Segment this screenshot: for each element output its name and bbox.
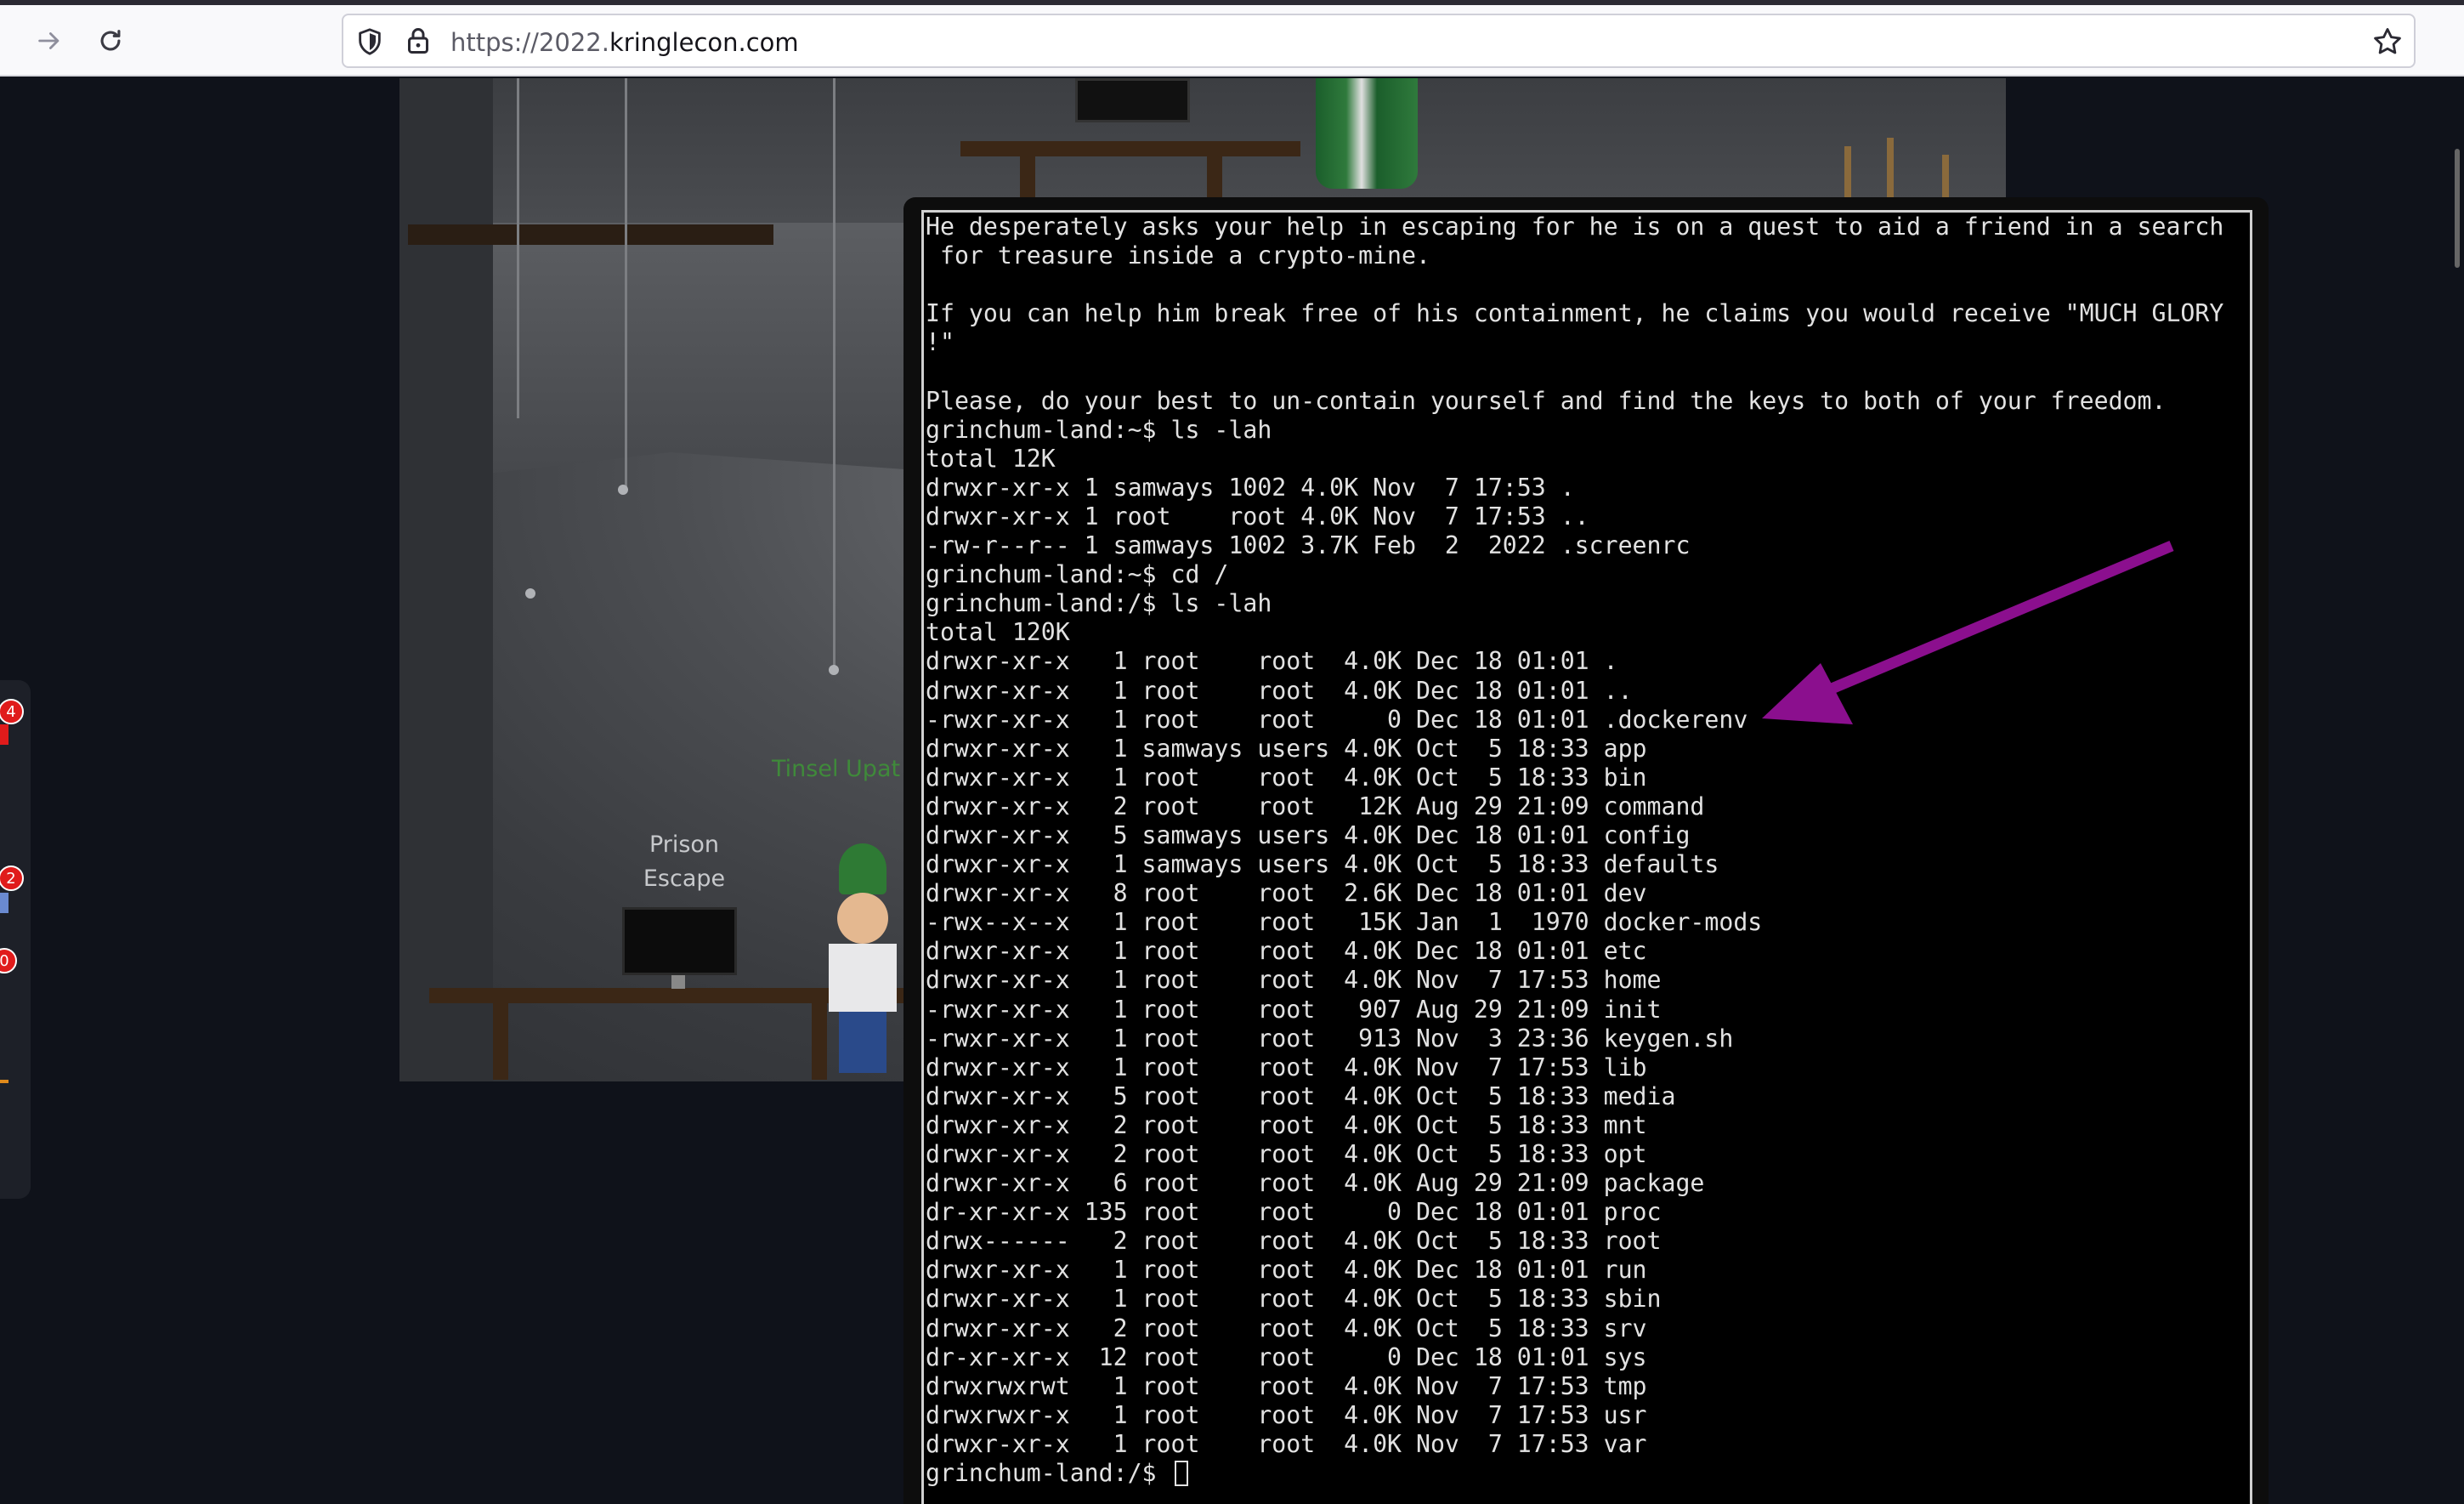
browser-toolbar: https://2022.kringlecon.com [0,0,2464,77]
terminal-line: drwxrwxrwt 1 root root 4.0K Nov 7 17:53 … [926,1371,1647,1400]
url-text[interactable]: https://2022.kringlecon.com [450,28,799,57]
notification-badge[interactable]: 2 [0,866,24,891]
terminal-line: drwxr-xr-x 2 root root 4.0K Oct 5 18:33 … [926,1110,1647,1139]
terminal-line: He desperately asks your help in escapin… [926,213,2224,241]
terminal-screen[interactable]: He desperately asks your help in escapin… [921,210,2252,1504]
map-wooden-beam [408,224,773,245]
address-bar[interactable]: https://2022.kringlecon.com [342,14,2416,68]
terminal-line: Please, do your best to un-contain yours… [926,386,2167,415]
monitor-stand [671,975,685,989]
prison-escape-label: Prison Escape [629,828,739,896]
terminal-line: drwxr-xr-x 1 root root 4.0K Dec 18 01:01… [926,1256,1647,1285]
terminal-line: drwxr-xr-x 1 root root 4.0K Oct 5 18:33 … [926,1285,1662,1314]
terminal-line: drwx------ 2 root root 4.0K Oct 5 18:33 … [926,1227,1662,1256]
terminal-line: for treasure inside a crypto-mine. [926,241,1430,270]
notification-badge[interactable]: 4 [0,699,24,724]
elf-face [837,893,888,944]
terminal-line: grinchum-land:~$ ls -lah [926,415,1272,444]
terminal-line: drwxr-xr-x 1 root root 4.0K Nov 7 17:53 … [926,1053,1647,1081]
reload-icon [100,30,121,51]
menu-item-blue[interactable] [0,893,8,913]
terminal-line: drwxr-xr-x 2 root root 12K Aug 29 21:09 … [926,792,1705,820]
terminal-line: drwxrwxr-x 1 root root 4.0K Nov 7 17:53 … [926,1400,1647,1429]
prison-label-line1: Prison [649,831,720,858]
terminal-line: drwxr-xr-x 8 root root 2.6K Dec 18 01:01… [926,879,1647,908]
terminal-line: -rwx--x--x 1 root root 15K Jan 1 1970 do… [926,908,1763,937]
lock-icon[interactable] [403,26,433,56]
elf-body [829,944,897,1012]
terminal-line: dr-xr-xr-x 135 root root 0 Dec 18 01:01 … [926,1198,1662,1227]
url-host-prefix: 2022. [538,28,609,57]
terminal-line: drwxr-xr-x 1 samways users 4.0K Oct 5 18… [926,850,1719,879]
reload-button[interactable] [88,19,133,63]
forward-button[interactable] [27,19,71,63]
elf-legs [839,1012,886,1073]
terminal-line: drwxr-xr-x 1 root root 4.0K Oct 5 18:33 … [926,763,1647,792]
side-menu[interactable]: 4 2 0 [0,680,31,1199]
prison-label-line2: Escape [643,866,726,892]
terminal-prompt: grinchum-land:/$ [926,1459,1171,1488]
terminal-prompt-line[interactable]: grinchum-land:/$ [926,1459,2223,1488]
shield-icon[interactable] [355,27,384,56]
url-scheme: https:// [450,28,539,57]
terminal-line: total 12K [926,444,1056,473]
hanging-rope [833,78,835,673]
table-leg [493,1003,508,1080]
elf-character[interactable] [1316,78,1418,189]
terminal-line: -rwxr-xr-x 1 root root 907 Aug 29 21:09 … [926,995,1662,1024]
terminal-line: drwxr-xr-x 5 samways users 4.0K Dec 18 0… [926,820,1691,849]
url-host: kringlecon.com [609,28,799,57]
light-sparkle [525,588,535,599]
hanging-rope [625,78,627,486]
notification-badge[interactable]: 0 [0,948,17,973]
terminal-table [960,141,1300,156]
menu-item-orange[interactable] [0,1080,8,1083]
light-sparkle [829,665,839,675]
page-scrollbar[interactable] [2455,149,2460,268]
arrow-forward-icon [38,32,59,49]
terminal-line: drwxr-xr-x 2 root root 4.0K Oct 5 18:33 … [926,1140,1647,1168]
annotation-arrow [1762,541,2174,724]
terminal-output: He desperately asks your help in escapin… [926,213,2223,1488]
terminal-line: drwxr-xr-x 2 root root 4.0K Oct 5 18:33 … [926,1314,1647,1342]
menu-item-red[interactable] [0,724,8,745]
terminal-line: drwxr-xr-x 1 samways 1002 4.0K Nov 7 17:… [926,473,1575,502]
terminal-line: drwxr-xr-x 1 root root 4.0K Nov 7 17:53 … [926,966,1662,995]
terminal-line: !" [926,328,954,357]
terminal-line: If you can help him break free of his co… [926,299,2224,328]
terminal-line: -rwxr-xr-x 1 root root 913 Nov 3 23:36 k… [926,1024,1734,1053]
terminal-line: drwxr-xr-x 1 root root 4.0K Nov 7 17:53 … [926,1429,1647,1458]
hanging-rope [517,78,519,418]
tinsel-elf-character[interactable] [820,843,901,1081]
terminal-line: drwxr-xr-x 5 root root 4.0K Oct 5 18:33 … [926,1081,1676,1110]
terminal-line: drwxr-xr-x 1 root root 4.0K Nov 7 17:53 … [926,502,1589,531]
terminal-line: drwxr-xr-x 1 root root 4.0K Dec 18 01:01… [926,937,1647,966]
terminal-line: dr-xr-xr-x 12 root root 0 Dec 18 01:01 s… [926,1342,1647,1371]
tab-strip-edge [0,0,2464,5]
star-icon[interactable] [2371,26,2404,58]
prison-escape-terminal[interactable] [622,907,737,975]
terminal-line: drwxr-xr-x 6 root root 4.0K Aug 29 21:09… [926,1169,1705,1198]
tinsel-upatree-label: Tinsel Upat [772,756,901,782]
light-sparkle [618,485,628,495]
terminal-monitor[interactable] [1075,78,1190,122]
terminal-cursor [1174,1461,1188,1487]
elf-hat [839,843,886,894]
